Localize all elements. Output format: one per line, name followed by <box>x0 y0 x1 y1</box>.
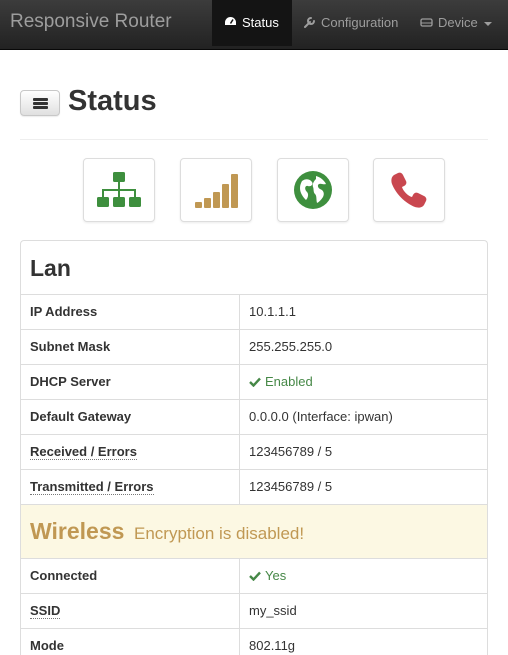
row-value: 802.11g <box>249 638 296 653</box>
received-errors-abbr[interactable]: Received / Errors <box>30 444 137 460</box>
row-label: DHCP Server <box>21 365 240 399</box>
table-row: Connected Yes <box>21 559 487 594</box>
tile-phone[interactable] <box>373 158 445 222</box>
lan-section-title: Lan <box>30 255 71 281</box>
row-value: 0.0.0.0 (Interface: ipwan) <box>249 409 393 424</box>
nav-status[interactable]: Status <box>212 0 292 46</box>
check-icon <box>249 571 261 581</box>
dashboard-icon <box>225 17 236 26</box>
network-sitemap-icon <box>97 172 141 207</box>
row-label: IP Address <box>21 295 240 329</box>
table-row: Transmitted / Errors 123456789 / 5 <box>21 470 487 505</box>
sidebar-toggle-button[interactable] <box>20 90 60 116</box>
table-row: SSID my_ssid <box>21 594 487 629</box>
hdd-icon <box>420 18 433 27</box>
row-value: my_ssid <box>249 603 297 618</box>
table-row: Subnet Mask 255.255.255.0 <box>21 330 487 365</box>
row-label: Received / Errors <box>21 435 240 469</box>
nav-status-label: Status <box>242 15 279 30</box>
transmitted-errors-abbr[interactable]: Transmitted / Errors <box>30 479 154 495</box>
globe-icon <box>294 171 332 209</box>
connected-status-value: Yes <box>240 559 487 593</box>
row-label: Transmitted / Errors <box>21 470 240 504</box>
row-value: 123456789 / 5 <box>249 479 333 494</box>
row-label: Default Gateway <box>21 400 240 434</box>
row-label: SSID <box>21 594 240 628</box>
brand-link[interactable]: Responsive Router <box>10 11 172 33</box>
caret-down-icon <box>483 21 492 26</box>
row-label: Connected <box>21 559 240 593</box>
connected-status-text: Yes <box>265 568 287 583</box>
top-navbar: Responsive Router Status Configuration D… <box>0 0 508 50</box>
tile-network[interactable] <box>83 158 155 222</box>
row-label: Mode <box>21 629 240 655</box>
table-row: DHCP Server Enabled <box>21 365 487 400</box>
encryption-warning: Encryption is disabled! <box>134 524 305 543</box>
tile-internet[interactable] <box>277 158 349 222</box>
nav-configuration[interactable]: Configuration <box>304 0 414 46</box>
row-value: 255.255.255.0 <box>249 339 333 354</box>
nav-device-dropdown[interactable]: Device <box>420 0 506 46</box>
wrench-icon <box>304 17 315 29</box>
table-row: Default Gateway 0.0.0.0 (Interface: ipwa… <box>21 400 487 435</box>
tile-wireless[interactable] <box>180 158 252 222</box>
dhcp-status-value: Enabled <box>240 365 487 399</box>
wireless-section-header: Wireless Encryption is disabled! <box>21 505 487 559</box>
row-value: 123456789 / 5 <box>249 444 333 459</box>
dhcp-status-text: Enabled <box>265 374 313 389</box>
nav-device-label: Device <box>438 15 478 30</box>
nav-configuration-label: Configuration <box>321 15 399 30</box>
ssid-abbr[interactable]: SSID <box>30 603 61 619</box>
status-table: Lan IP Address 10.1.1.1 Subnet Mask 255.… <box>20 240 488 655</box>
header-divider <box>20 139 488 140</box>
signal-bars-icon <box>195 174 238 208</box>
table-row: Mode 802.11g <box>21 629 487 655</box>
hamburger-icon <box>33 98 48 101</box>
row-label: Subnet Mask <box>21 330 240 364</box>
lan-section-header: Lan <box>21 241 487 295</box>
table-row: Received / Errors 123456789 / 5 <box>21 435 487 470</box>
wireless-section-title: Wireless <box>30 518 125 544</box>
phone-icon <box>391 172 427 208</box>
table-row: IP Address 10.1.1.1 <box>21 295 487 330</box>
check-icon <box>249 377 261 387</box>
row-value: 10.1.1.1 <box>249 304 296 319</box>
page-title: Status <box>68 85 157 117</box>
